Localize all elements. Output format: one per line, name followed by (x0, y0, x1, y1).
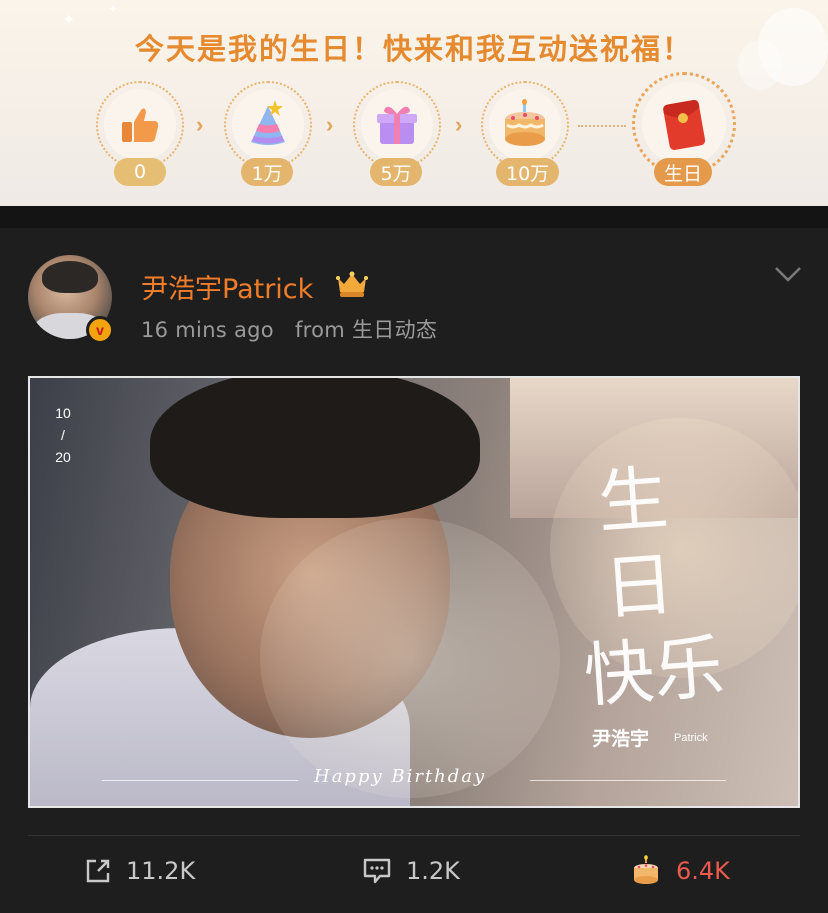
like-count: 6.4K (676, 857, 730, 885)
image-headline: 生日 快乐 (569, 451, 747, 720)
username[interactable]: 尹浩宇Patrick (141, 267, 313, 306)
comment-button[interactable]: 1.2K (362, 856, 460, 886)
avatar-hair (42, 261, 98, 293)
feed-divider (0, 206, 828, 228)
image-rule-left (102, 780, 298, 781)
milestone-label: 0 (114, 158, 166, 186)
image-tagline: Happy Birthday (314, 766, 487, 787)
image-date: 10 / 20 (54, 402, 72, 468)
milestone-5w[interactable] (353, 81, 441, 169)
post-meta: 16 mins ago from 生日动态 (141, 314, 437, 344)
birthday-cake-icon (634, 855, 658, 884)
chevron-right-icon: › (196, 112, 204, 137)
red-envelope-icon (663, 99, 706, 150)
date-day: 20 (55, 449, 71, 465)
chevron-right-icon: › (326, 112, 334, 137)
crown-badge-icon[interactable] (334, 268, 370, 300)
banner-title: 今天是我的生日！快来和我互动送祝福！ (134, 32, 693, 66)
image-signature-en: Patrick (674, 732, 708, 744)
headline-line-1: 生日 (595, 457, 677, 630)
milestone-0[interactable] (96, 81, 184, 169)
milestone-label: 5万 (370, 158, 422, 186)
progress-connector (578, 125, 626, 127)
milestone-label: 生日 (654, 158, 713, 186)
birthday-cake-icon (505, 99, 545, 146)
milestone-10w[interactable] (481, 81, 569, 169)
chevron-right-icon: › (455, 112, 463, 137)
repost-button[interactable]: 11.2K (84, 856, 195, 886)
birthday-banner[interactable]: ✦ ✦ 今天是我的生日！快来和我互动送祝福！ 0 › 1万 › 5万 › 10万… (0, 0, 828, 206)
action-separator (28, 835, 800, 836)
milestone-1w[interactable] (224, 81, 312, 169)
comment-icon (363, 858, 391, 884)
repost-icon (86, 859, 110, 883)
image-flowers (260, 518, 560, 798)
date-month: 10 (55, 405, 71, 421)
weibo-post: v 尹浩宇Patrick 16 mins ago from 生日动态 10 / … (0, 228, 828, 913)
comment-count: 1.2K (406, 857, 460, 885)
date-separator: / (61, 427, 65, 443)
image-rule-right (530, 780, 726, 781)
image-signature: 尹浩宇 (592, 728, 650, 750)
like-button[interactable]: 6.4K (630, 855, 730, 886)
party-hat-icon (251, 100, 285, 145)
chevron-down-icon[interactable] (774, 264, 802, 284)
image-hair (150, 378, 480, 518)
post-time: 16 mins ago (141, 318, 274, 342)
post-image[interactable]: 10 / 20 生日 快乐 尹浩宇 Patrick Happy Birthday (28, 376, 800, 808)
sparkle-icon: ✦ (108, 2, 119, 16)
verified-badge-icon: v (86, 316, 114, 344)
headline-line-2: 快乐 (581, 625, 727, 718)
milestone-label: 1万 (241, 158, 293, 186)
milestone-label: 10万 (496, 158, 560, 186)
post-source[interactable]: from 生日动态 (295, 318, 437, 342)
repost-count: 11.2K (126, 857, 196, 885)
gift-box-icon (377, 106, 417, 144)
thumbs-up-icon (122, 108, 159, 142)
